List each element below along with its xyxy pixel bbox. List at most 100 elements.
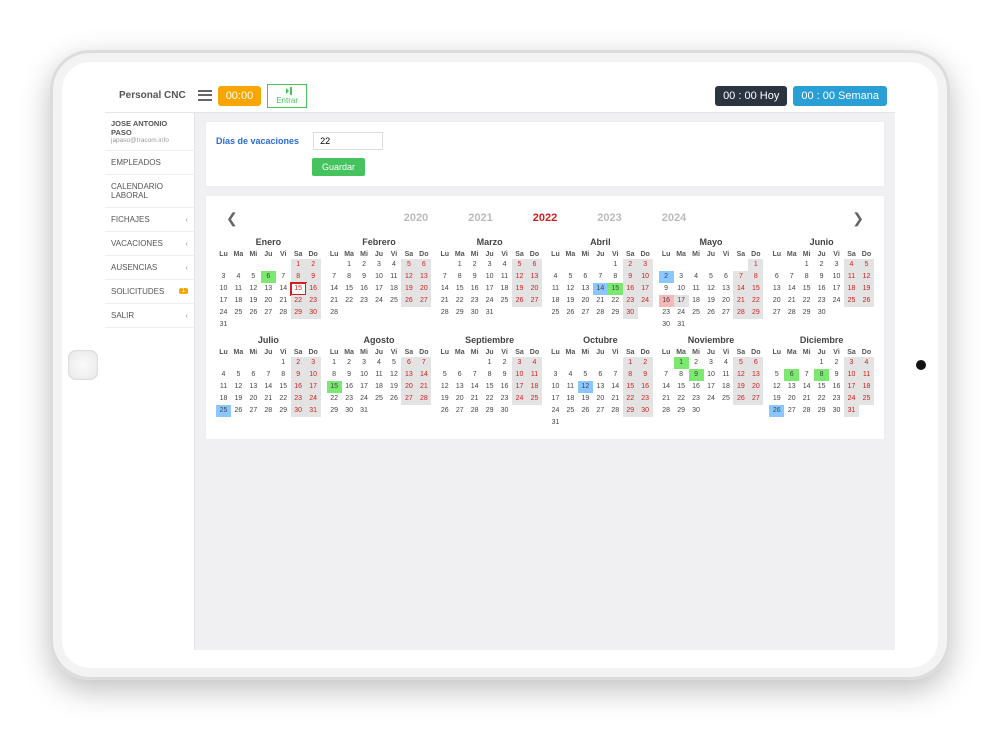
day-cell[interactable]: 10 (482, 271, 497, 283)
day-cell[interactable]: 21 (659, 393, 674, 405)
sidebar-user[interactable]: JOSE ANTONIO PASO japaso@tracom.info (105, 113, 194, 151)
day-cell[interactable]: 10 (306, 369, 321, 381)
day-cell[interactable]: 9 (357, 271, 372, 283)
day-cell[interactable]: 2 (659, 271, 674, 283)
day-cell[interactable]: 1 (748, 259, 763, 271)
day-cell[interactable]: 19 (578, 393, 593, 405)
day-cell[interactable]: 11 (718, 369, 733, 381)
day-cell[interactable]: 17 (844, 381, 859, 393)
day-cell[interactable]: 13 (784, 381, 799, 393)
day-cell[interactable]: 6 (246, 369, 261, 381)
day-cell[interactable]: 6 (578, 271, 593, 283)
day-cell[interactable]: 23 (659, 307, 674, 319)
day-cell[interactable]: 23 (306, 295, 321, 307)
day-cell[interactable]: 17 (548, 393, 563, 405)
day-cell[interactable]: 5 (563, 271, 578, 283)
day-cell[interactable]: 11 (563, 381, 578, 393)
day-cell[interactable]: 3 (548, 369, 563, 381)
day-cell[interactable]: 21 (608, 393, 623, 405)
day-cell[interactable]: 13 (748, 369, 763, 381)
day-cell[interactable]: 26 (563, 307, 578, 319)
day-cell[interactable]: 13 (769, 283, 784, 295)
day-cell[interactable]: 18 (563, 393, 578, 405)
day-cell[interactable]: 16 (497, 381, 512, 393)
day-cell[interactable]: 3 (638, 259, 653, 271)
day-cell[interactable]: 31 (306, 405, 321, 417)
day-cell[interactable]: 5 (704, 271, 719, 283)
day-cell[interactable]: 5 (733, 357, 748, 369)
day-cell[interactable]: 17 (638, 283, 653, 295)
day-cell[interactable]: 17 (829, 283, 844, 295)
day-cell[interactable]: 25 (216, 405, 231, 417)
day-cell[interactable]: 18 (859, 381, 874, 393)
day-cell[interactable]: 11 (844, 271, 859, 283)
day-cell[interactable]: 3 (829, 259, 844, 271)
day-cell[interactable]: 15 (482, 381, 497, 393)
day-cell[interactable]: 17 (482, 283, 497, 295)
day-cell[interactable]: 11 (386, 271, 401, 283)
day-cell[interactable]: 27 (527, 295, 542, 307)
day-cell[interactable]: 14 (467, 381, 482, 393)
day-cell[interactable]: 27 (748, 393, 763, 405)
day-cell[interactable]: 21 (784, 295, 799, 307)
day-cell[interactable]: 22 (623, 393, 638, 405)
sidebar-item[interactable]: SOLICITUDES1 (105, 280, 194, 304)
day-cell[interactable]: 14 (261, 381, 276, 393)
day-cell[interactable]: 25 (563, 405, 578, 417)
day-cell[interactable]: 12 (563, 283, 578, 295)
day-cell[interactable]: 18 (386, 283, 401, 295)
day-cell[interactable]: 27 (416, 295, 431, 307)
day-cell[interactable]: 23 (357, 295, 372, 307)
day-cell[interactable]: 13 (452, 381, 467, 393)
sidebar-item[interactable]: FICHAJES‹ (105, 208, 194, 232)
day-cell[interactable]: 10 (844, 369, 859, 381)
day-cell[interactable]: 23 (342, 393, 357, 405)
day-cell[interactable]: 18 (844, 283, 859, 295)
day-cell[interactable]: 3 (844, 357, 859, 369)
day-cell[interactable]: 14 (416, 369, 431, 381)
day-cell[interactable]: 4 (527, 357, 542, 369)
day-cell[interactable]: 30 (342, 405, 357, 417)
day-cell[interactable]: 22 (291, 295, 306, 307)
day-cell[interactable]: 17 (674, 295, 689, 307)
sidebar-item[interactable]: CALENDARIO LABORAL (105, 175, 194, 208)
day-cell[interactable]: 12 (769, 381, 784, 393)
day-cell[interactable]: 5 (859, 259, 874, 271)
day-cell[interactable]: 10 (704, 369, 719, 381)
day-cell[interactable]: 14 (733, 283, 748, 295)
vacation-days-input[interactable] (313, 132, 383, 150)
day-cell[interactable]: 4 (689, 271, 704, 283)
day-cell[interactable]: 4 (844, 259, 859, 271)
day-cell[interactable]: 12 (437, 381, 452, 393)
day-cell[interactable]: 23 (829, 393, 844, 405)
day-cell[interactable]: 5 (578, 369, 593, 381)
day-cell[interactable]: 14 (276, 283, 291, 295)
day-cell[interactable]: 21 (261, 393, 276, 405)
day-cell[interactable]: 30 (689, 405, 704, 417)
day-cell[interactable]: 25 (548, 307, 563, 319)
day-cell[interactable]: 13 (718, 283, 733, 295)
day-cell[interactable]: 28 (784, 307, 799, 319)
day-cell[interactable]: 19 (512, 283, 527, 295)
day-cell[interactable]: 14 (799, 381, 814, 393)
day-cell[interactable]: 13 (261, 283, 276, 295)
day-cell[interactable]: 9 (342, 369, 357, 381)
day-cell[interactable]: 16 (342, 381, 357, 393)
day-cell[interactable]: 22 (814, 393, 829, 405)
day-cell[interactable]: 16 (829, 381, 844, 393)
day-cell[interactable]: 24 (704, 393, 719, 405)
day-cell[interactable]: 7 (416, 357, 431, 369)
day-cell[interactable]: 28 (276, 307, 291, 319)
day-cell[interactable]: 12 (859, 271, 874, 283)
prev-year-button[interactable]: ❮ (222, 210, 242, 227)
next-year-button[interactable]: ❯ (848, 210, 868, 227)
day-cell[interactable]: 19 (563, 295, 578, 307)
day-cell[interactable]: 11 (231, 283, 246, 295)
day-cell[interactable]: 26 (704, 307, 719, 319)
day-cell[interactable]: 10 (638, 271, 653, 283)
day-cell[interactable]: 24 (216, 307, 231, 319)
day-cell[interactable]: 15 (327, 381, 342, 393)
day-cell[interactable]: 30 (623, 307, 638, 319)
day-cell[interactable]: 13 (578, 283, 593, 295)
day-cell[interactable]: 24 (482, 295, 497, 307)
